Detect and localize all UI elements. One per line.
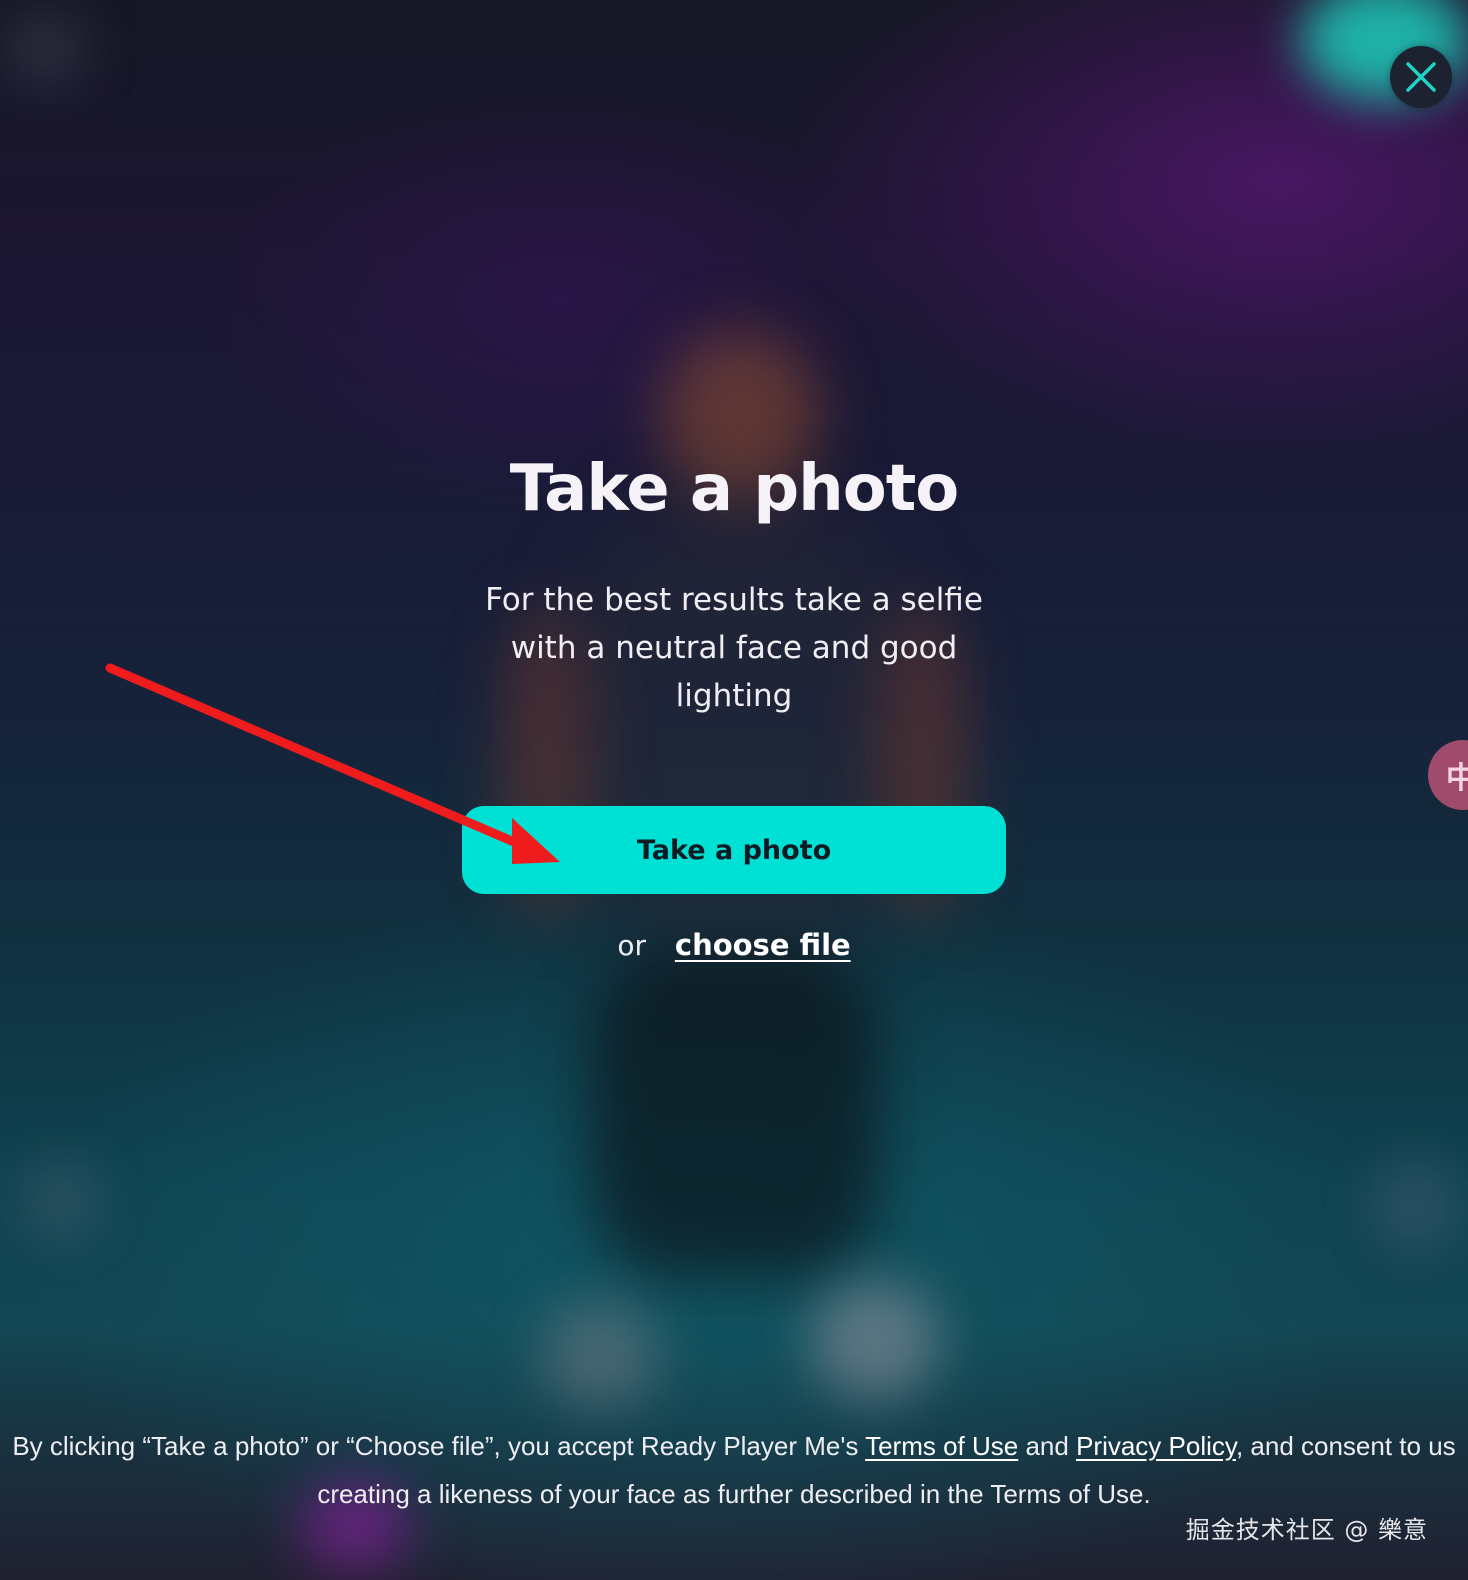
side-language-tab[interactable]: 中 <box>1428 740 1468 810</box>
legal-and: and <box>1018 1431 1077 1461</box>
watermark-text: 掘金技术社区 @ 樂意 <box>1185 1516 1428 1544</box>
avatar-silhouette-legs <box>590 950 880 1280</box>
avatar-silhouette-shoe <box>810 1280 940 1400</box>
background-blur-blob <box>0 10 90 90</box>
background-blur-blob <box>20 1160 100 1240</box>
close-x-icon <box>1406 62 1436 92</box>
privacy-policy-link[interactable]: Privacy Policy <box>1076 1431 1236 1461</box>
legal-consent-text: By clicking “Take a photo” or “Choose fi… <box>10 1422 1458 1518</box>
take-photo-button[interactable]: Take a photo <box>462 806 1006 894</box>
close-button[interactable] <box>1390 46 1452 108</box>
page-title: Take a photo <box>509 452 960 526</box>
instructions-text: For the best results take a selfie with … <box>485 582 983 714</box>
side-tab-glyph: 中 <box>1446 761 1468 796</box>
legal-prefix: By clicking “Take a photo” or “Choose fi… <box>12 1431 866 1461</box>
take-photo-button-label: Take a photo <box>636 834 832 866</box>
or-text: or <box>617 929 646 962</box>
alternate-action-row: or choose file <box>0 928 1468 962</box>
choose-file-link[interactable]: choose file <box>675 928 851 962</box>
background-blur-blob <box>1370 1160 1460 1250</box>
photo-capture-screen: 中 Take a photo For the best results take… <box>0 0 1468 1580</box>
terms-of-use-link[interactable]: Terms of Use <box>865 1431 1018 1461</box>
avatar-silhouette-shoe <box>540 1300 660 1410</box>
